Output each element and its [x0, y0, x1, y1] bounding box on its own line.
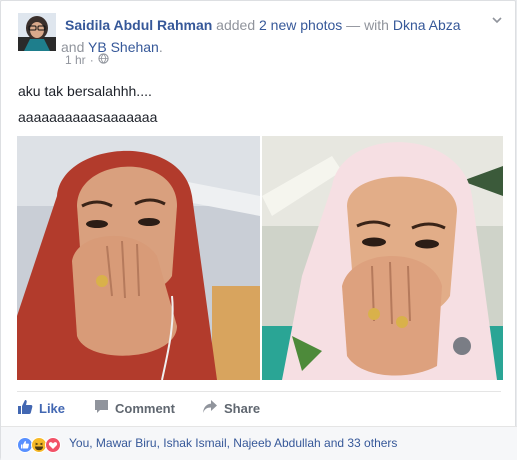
thumbs-up-icon	[17, 399, 33, 418]
share-label: Share	[224, 400, 261, 416]
post-meta: 1 hr ·	[65, 53, 109, 67]
reaction-icons	[17, 437, 67, 453]
like-button[interactable]: Like	[17, 397, 65, 419]
like-reaction-icon	[17, 437, 33, 453]
post-options-chevron-icon[interactable]	[490, 13, 504, 27]
post-text-line-1: aku tak bersalahhh....	[18, 83, 152, 99]
with-text: — with	[342, 17, 393, 33]
love-reaction-icon	[45, 437, 61, 453]
share-arrow-icon	[202, 399, 218, 417]
photos-link[interactable]: 2 new photos	[259, 17, 342, 33]
reactions-summary-link[interactable]: You, Mawar Biru, Ishak Ismail, Najeeb Ab…	[69, 436, 397, 450]
post-text-line-2: aaaaaaaaaasaaaaaaa	[18, 109, 158, 125]
comment-icon	[94, 399, 109, 417]
like-label: Like	[39, 400, 66, 416]
author-name-link[interactable]: Saidila Abdul Rahman	[65, 17, 212, 33]
tagged-user-link-1[interactable]: Dkna Abza	[393, 17, 461, 33]
haha-reaction-icon	[31, 437, 47, 453]
share-button[interactable]: Share	[202, 397, 260, 419]
post-photo-1[interactable]	[17, 136, 260, 380]
comment-button[interactable]: Comment	[94, 397, 175, 419]
post-photo-2[interactable]	[262, 136, 503, 380]
post-card: Saidila Abdul Rahman added 2 new photos …	[0, 0, 517, 460]
comment-label: Comment	[115, 400, 175, 416]
timestamp-link[interactable]: 1 hr	[65, 53, 86, 67]
period-text: .	[158, 39, 163, 55]
actions-divider	[17, 391, 501, 392]
reactions-bar[interactable]: You, Mawar Biru, Ishak Ismail, Najeeb Ab…	[1, 426, 517, 460]
post-header: Saidila Abdul Rahman added 2 new photos …	[61, 14, 485, 58]
added-text: added	[212, 17, 259, 33]
avatar[interactable]	[18, 13, 56, 51]
globe-icon[interactable]	[98, 53, 109, 67]
meta-separator: ·	[89, 53, 94, 67]
